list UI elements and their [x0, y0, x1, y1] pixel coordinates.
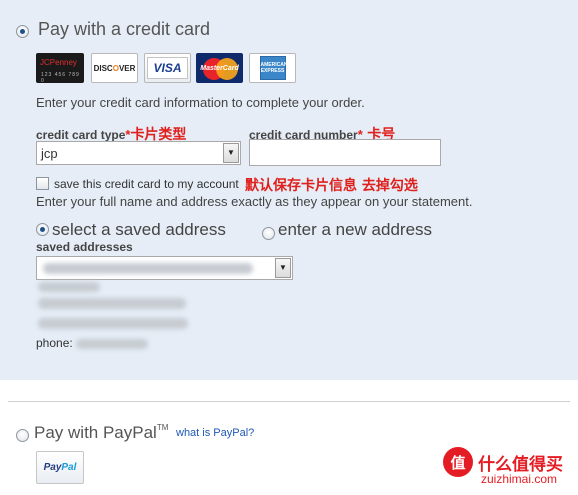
discover-card-logo: DISCOVER	[91, 53, 138, 83]
jcpenney-card-logo: JCPenney 123 456 789 0	[36, 53, 84, 83]
enter-new-address-radio[interactable]	[262, 227, 275, 240]
paypal-logo-text: PayPal	[43, 462, 77, 473]
select-saved-address-radio[interactable]	[36, 223, 49, 236]
chevron-down-icon[interactable]: ▼	[275, 258, 291, 278]
discover-logo-text: DISCOVER	[93, 63, 136, 73]
saved-addresses-label: saved addresses	[36, 240, 133, 254]
jcpenney-logo-text: JCPenney	[40, 58, 77, 67]
card-number-input[interactable]	[249, 139, 441, 166]
card-type-select[interactable]: jcp ▼	[36, 141, 241, 165]
select-saved-address-label[interactable]: select a saved address	[52, 220, 226, 240]
card-instruction: Enter your credit card information to co…	[36, 95, 365, 110]
address-instruction: Enter your full name and address exactly…	[36, 194, 473, 209]
section-divider	[8, 401, 570, 402]
pay-credit-card-radio[interactable]	[16, 25, 29, 38]
redacted-name	[38, 282, 100, 292]
enter-new-address-label[interactable]: enter a new address	[278, 220, 432, 240]
mastercard-card-logo: MasterCard	[196, 53, 243, 83]
redacted-city	[38, 318, 188, 329]
pay-paypal-title: Pay with PayPalTM	[34, 423, 169, 442]
visa-card-logo: VISA	[144, 53, 191, 83]
watermark-badge-icon: 值	[443, 447, 473, 477]
redacted-street	[38, 298, 186, 309]
pay-credit-card-title: Pay with a credit card	[38, 19, 211, 39]
paypal-logo: PayPal	[36, 451, 84, 484]
card-type-value: jcp	[41, 146, 58, 161]
chevron-down-icon[interactable]: ▼	[223, 143, 239, 163]
saved-address-select[interactable]: ▼	[36, 256, 293, 280]
save-card-checkbox[interactable]	[36, 177, 49, 190]
save-card-annotation: 默认保存卡片信息 去掉勾选	[245, 178, 418, 194]
what-is-paypal-link[interactable]: what is PayPal?	[176, 427, 254, 439]
jcpenney-card-number: 123 456 789 0	[41, 72, 80, 83]
save-card-label: save this credit card to my account	[54, 177, 239, 191]
visa-logo-text: VISA	[153, 61, 182, 75]
pay-paypal-radio[interactable]	[16, 429, 29, 442]
redacted-phone	[76, 339, 148, 349]
phone-label: phone:	[36, 336, 73, 350]
amex-card-logo: AMERICAN EXPRESS	[249, 53, 296, 83]
mastercard-logo-text: MasterCard	[200, 64, 239, 72]
amex-logo-text: AMERICAN EXPRESS	[260, 62, 288, 74]
redacted-address-value	[43, 263, 253, 274]
watermark-domain: zuizhimai.com	[481, 472, 558, 486]
trademark-symbol: TM	[156, 423, 169, 432]
